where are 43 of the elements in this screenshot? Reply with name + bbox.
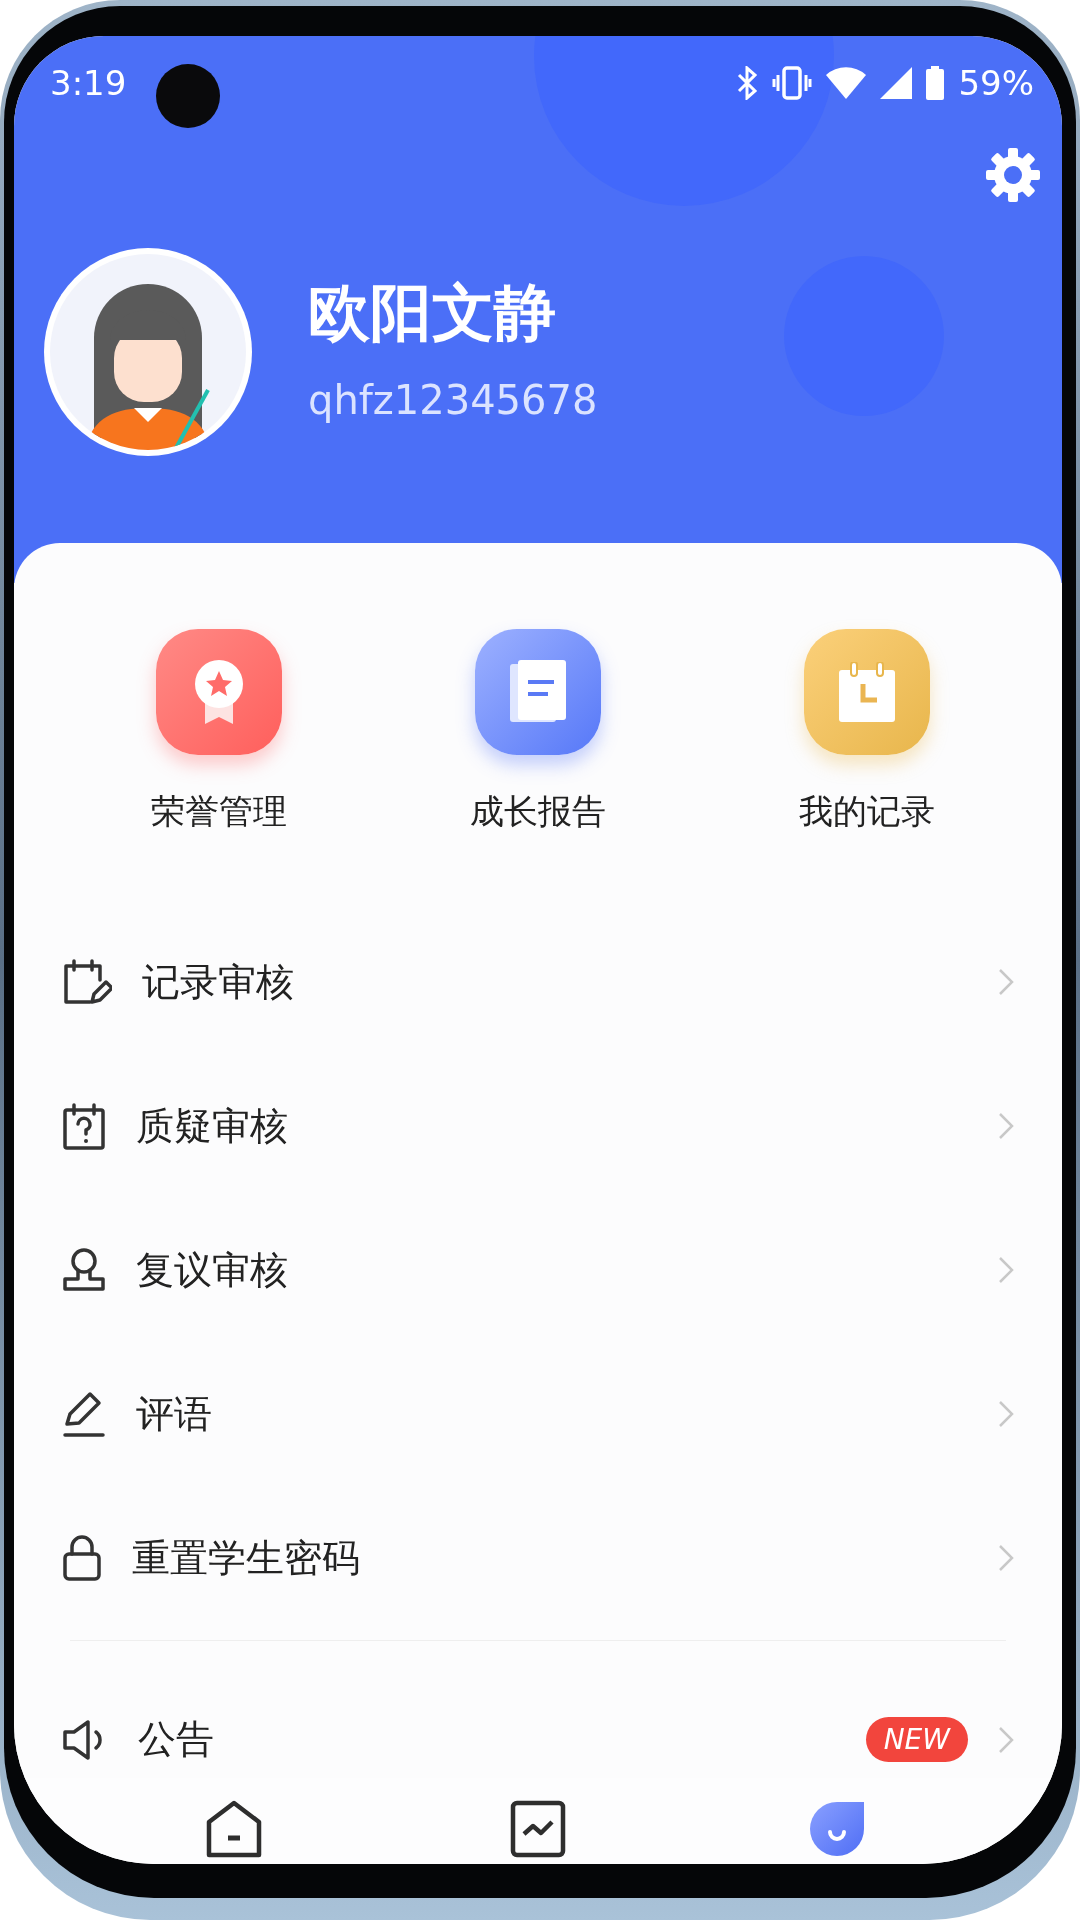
home-icon[interactable] xyxy=(205,1800,262,1858)
chevron-right-icon xyxy=(998,1256,1014,1285)
menu-label: 记录审核 xyxy=(142,958,295,1006)
calendar-question-icon xyxy=(62,1102,106,1151)
user-name: 欧阳文静 xyxy=(308,275,557,351)
menu-item[interactable]: 重置学生密码 xyxy=(14,1486,1062,1631)
new-badge: NEW xyxy=(865,1717,968,1763)
action-label[interactable]: 我的记录 xyxy=(799,789,936,835)
profile-icon[interactable] xyxy=(808,1800,867,1858)
medal-icon[interactable] xyxy=(155,629,282,755)
signal-icon xyxy=(880,67,913,99)
menu-label: 复议审核 xyxy=(136,1246,289,1294)
bluetooth-icon xyxy=(736,66,759,100)
menu-label: 公告 xyxy=(138,1716,215,1764)
menu-label: 质疑审核 xyxy=(136,1102,289,1150)
menu-label: 评语 xyxy=(136,1390,213,1438)
action-label[interactable]: 成长报告 xyxy=(470,789,606,835)
menu-label: 重置学生密码 xyxy=(132,1534,361,1582)
menu-item[interactable]: 质疑审核 xyxy=(14,1054,1062,1199)
action-label[interactable]: 荣誉管理 xyxy=(150,789,287,835)
chevron-right-icon xyxy=(998,1112,1014,1141)
chevron-right-icon xyxy=(998,968,1014,997)
lock-icon xyxy=(62,1534,102,1583)
avatar-icon xyxy=(44,248,252,456)
menu-item[interactable]: 记录审核 xyxy=(14,910,1062,1055)
chevron-right-icon xyxy=(998,1725,1014,1754)
pencil-icon xyxy=(62,1390,106,1439)
chart-icon[interactable] xyxy=(510,1800,566,1858)
battery-percent: 59% xyxy=(958,63,1034,103)
menu-item[interactable]: 公告 NEW xyxy=(14,1701,1062,1778)
menu-item[interactable]: 评语 xyxy=(14,1342,1062,1487)
battery-icon xyxy=(926,66,945,100)
calendar-edit-icon xyxy=(62,958,112,1007)
user-account: qhfz12345678 xyxy=(308,377,598,423)
wifi-icon xyxy=(826,67,867,99)
document-icon[interactable] xyxy=(475,629,601,755)
stamp-icon xyxy=(62,1247,106,1294)
chevron-right-icon xyxy=(998,1544,1014,1573)
status-time: 3:19 xyxy=(50,63,127,103)
vibrate-icon xyxy=(772,66,813,100)
menu-item[interactable]: 复议审核 xyxy=(14,1198,1062,1343)
chevron-right-icon xyxy=(998,1400,1014,1429)
settings-icon[interactable] xyxy=(986,148,1040,202)
